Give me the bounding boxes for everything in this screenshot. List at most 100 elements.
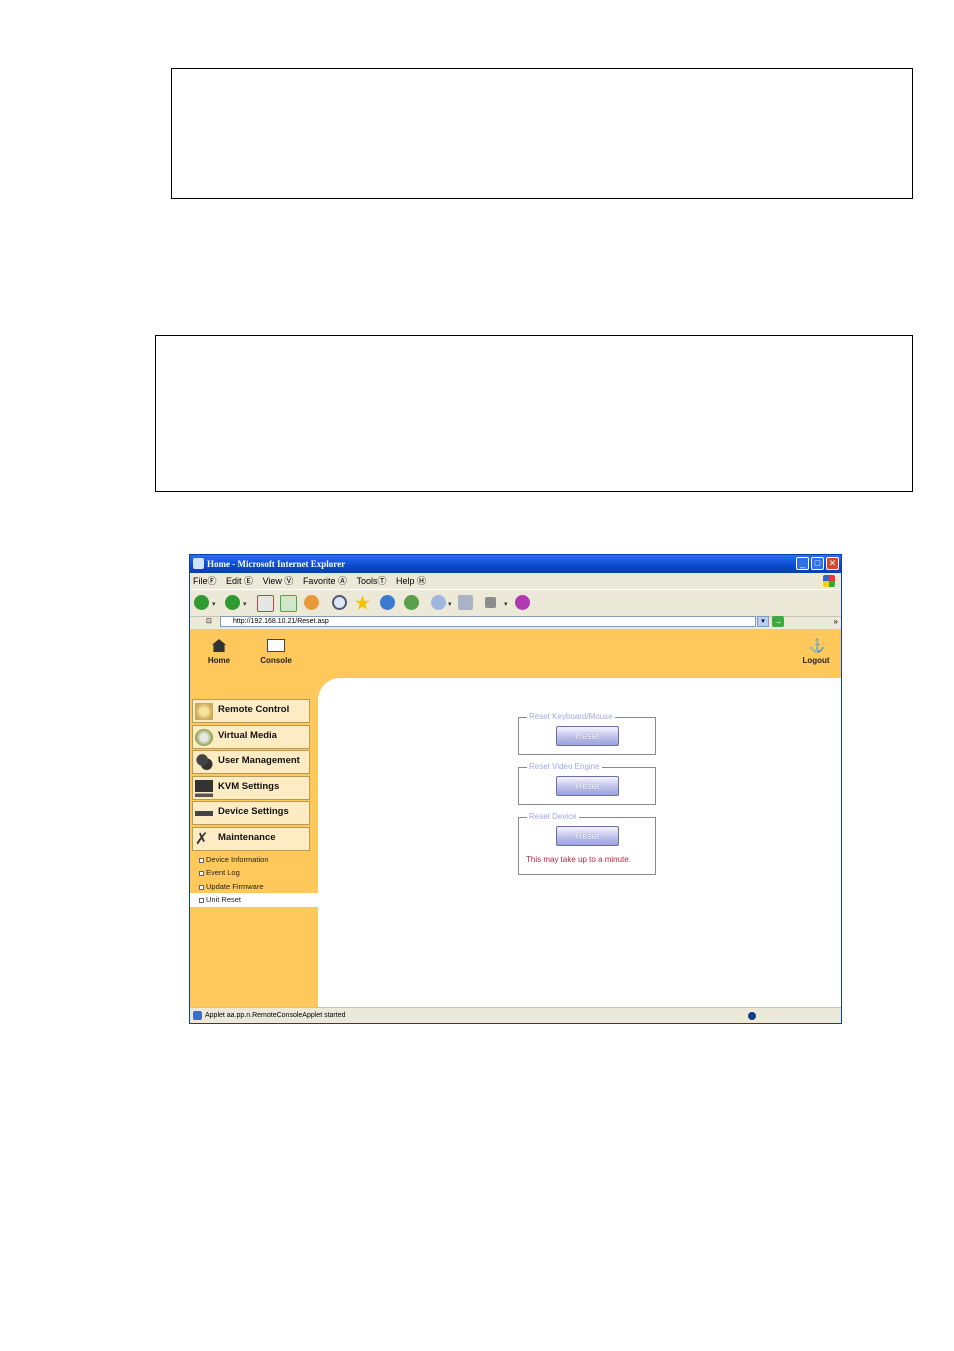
refresh-icon[interactable] [280, 595, 297, 612]
group-legend: Reset Device [527, 812, 579, 821]
reset-video-engine-button[interactable]: Reset [556, 776, 619, 796]
status-bar: Applet aa.pp.n.RemoteConsoleApplet start… [190, 1007, 841, 1023]
reset-device-warning: This may take up to a minute. [526, 855, 631, 864]
toolbar: ▾ ▾ ▾ ▾ [190, 589, 841, 617]
submenu-update-firmware[interactable]: Update Firmware [190, 880, 318, 894]
submenu-label: Event Log [206, 868, 240, 878]
window-title: Home - Microsoft Internet Explorer [207, 559, 346, 569]
menu-view[interactable]: View Ⓥ [263, 576, 294, 586]
sidebar-item-maintenance[interactable]: ✗ Maintenance [192, 826, 310, 851]
address-input[interactable]: http://192.168.10.21/Reset.asp [220, 616, 756, 627]
maintenance-submenu: Device Information Event Log Update Firm… [190, 853, 318, 907]
submenu-label: Unit Reset [206, 895, 242, 905]
address-dropdown-icon[interactable]: ▾ [757, 616, 769, 627]
home-icon [212, 639, 226, 652]
menu-favorite[interactable]: Favorite Ⓐ [303, 576, 347, 586]
address-label-icon: ⊡ [206, 618, 212, 625]
browser-window: Home - Microsoft Internet Explorer _ □ ✕… [189, 554, 842, 1024]
search-icon[interactable] [332, 595, 347, 610]
sidebar-item-user-management[interactable]: User Management [192, 750, 310, 775]
document-blank-box-middle [155, 335, 913, 492]
favorites-star-icon[interactable] [355, 595, 370, 610]
nav-home-label: Home [207, 656, 231, 665]
kvm-web-page: Home Console ⚓ Logout Remote Control Vir… [190, 629, 841, 1007]
close-button[interactable]: ✕ [826, 557, 839, 570]
back-dropdown-icon[interactable]: ▾ [212, 600, 216, 608]
reset-device-button[interactable]: Reset [556, 826, 619, 846]
address-bar: ⊡ http://192.168.10.21/Reset.asp ▾ → » [190, 615, 841, 629]
sidebar-item-label: Remote Control [218, 704, 290, 715]
ie-icon [193, 558, 204, 569]
bullet-icon [199, 898, 204, 904]
status-text: Applet aa.pp.n.RemoteConsoleApplet start… [205, 1012, 346, 1019]
nav-console[interactable]: Console [256, 639, 296, 665]
sidebar-item-virtual-media[interactable]: Virtual Media [192, 724, 310, 749]
reset-keyboard-mouse-button[interactable]: Reset [556, 726, 619, 746]
nav-console-label: Console [260, 656, 292, 665]
menu-file[interactable]: FileⒻ [193, 576, 217, 586]
group-legend: Reset Video Engine [527, 762, 602, 771]
submenu-label: Update Firmware [206, 881, 264, 891]
bullet-icon [199, 884, 204, 890]
remote-control-icon [195, 703, 213, 720]
reset-video-engine-group: Reset Video Engine Reset [518, 762, 656, 805]
sidebar-item-label: Device Settings [218, 806, 289, 818]
sidebar-item-kvm-settings[interactable]: KVM Settings [192, 775, 310, 800]
minimize-button[interactable]: _ [796, 557, 809, 570]
logout-anchor-icon: ⚓ [809, 638, 826, 653]
sidebar-item-label: Virtual Media [218, 729, 277, 741]
maximize-button[interactable]: □ [811, 557, 824, 570]
group-legend: Reset Keyboard/Mouse [527, 712, 615, 721]
main-content: Reset Keyboard/Mouse Reset Reset Video E… [318, 678, 841, 1007]
sidebar-item-label: User Management [218, 755, 300, 767]
sidebar: Remote Control Virtual Media User Manage… [190, 699, 318, 907]
user-management-icon [195, 754, 213, 772]
sidebar-item-label: Maintenance [218, 831, 276, 843]
forward-icon[interactable] [225, 595, 240, 610]
mail-icon[interactable] [431, 595, 446, 610]
mail-dropdown-icon[interactable]: ▾ [448, 600, 452, 608]
submenu-event-log[interactable]: Event Log [190, 866, 318, 880]
go-icon[interactable]: → [772, 616, 784, 627]
menu-bar: FileⒻ Edit Ⓔ View Ⓥ Favorite Ⓐ ToolsⓉ He… [190, 573, 841, 589]
maintenance-icon: ✗ [195, 830, 209, 848]
sidebar-item-remote-control[interactable]: Remote Control [192, 699, 310, 723]
submenu-unit-reset[interactable]: Unit Reset [190, 893, 318, 907]
home-toolbar-icon[interactable] [304, 595, 319, 610]
sidebar-item-label: KVM Settings [218, 780, 280, 792]
document-blank-box-top [171, 68, 913, 199]
submenu-label: Device Information [206, 854, 269, 864]
nav-home[interactable]: Home [205, 639, 233, 665]
forward-dropdown-icon[interactable]: ▾ [243, 600, 247, 608]
nav-logout-label: Logout [802, 656, 830, 665]
status-page-icon [193, 1011, 202, 1020]
reset-keyboard-mouse-group: Reset Keyboard/Mouse Reset [518, 712, 656, 755]
title-bar[interactable]: Home - Microsoft Internet Explorer _ □ ✕ [190, 555, 841, 573]
address-text: http://192.168.10.21/Reset.asp [233, 618, 329, 625]
history-icon[interactable] [404, 595, 419, 610]
kvm-settings-icon [195, 779, 213, 797]
edit-dropdown-icon[interactable]: ▾ [504, 600, 508, 608]
page-header: Home Console ⚓ Logout [190, 629, 841, 678]
sidebar-item-device-settings[interactable]: Device Settings [192, 801, 310, 826]
windows-logo-icon [823, 575, 835, 587]
virtual-media-icon [195, 728, 213, 746]
messenger-icon[interactable] [515, 595, 530, 610]
submenu-device-information[interactable]: Device Information [190, 853, 318, 867]
stop-icon[interactable] [257, 595, 274, 612]
media-icon[interactable] [380, 595, 395, 610]
back-icon[interactable] [194, 595, 209, 610]
menu-tools[interactable]: ToolsⓉ [356, 576, 386, 586]
internet-zone-icon [748, 1012, 756, 1020]
bullet-icon [199, 871, 204, 877]
bullet-icon [199, 857, 204, 863]
print-icon[interactable] [458, 595, 473, 610]
menu-edit[interactable]: Edit Ⓔ [226, 576, 253, 586]
menu-help[interactable]: Help Ⓗ [396, 576, 426, 586]
device-settings-icon [195, 805, 213, 823]
toolbar-chevron-icon[interactable]: » [834, 615, 838, 629]
reset-device-group: Reset Device Reset This may take up to a… [518, 812, 656, 875]
console-icon [267, 639, 285, 652]
nav-logout[interactable]: ⚓ Logout [798, 639, 834, 665]
edit-icon[interactable] [485, 597, 496, 608]
